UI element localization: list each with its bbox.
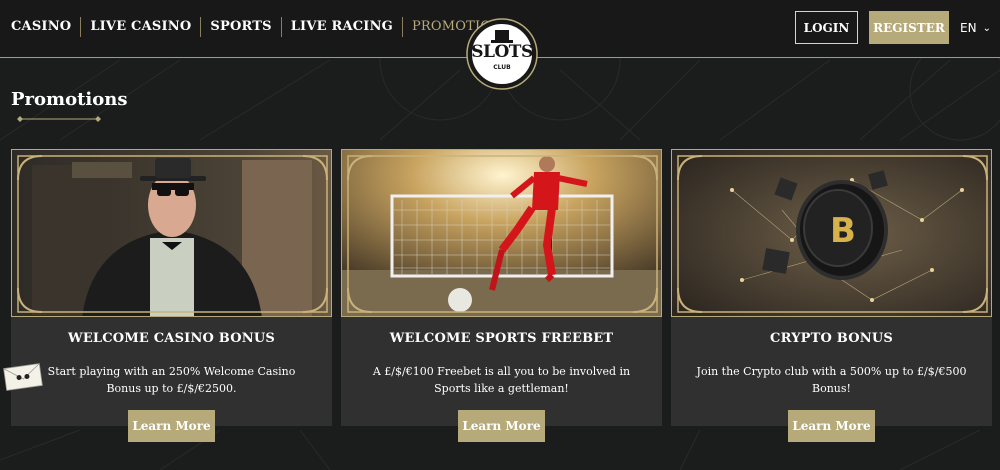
site-logo[interactable]: SLOTS CLUB [466,14,538,94]
promo-title: WELCOME CASINO BONUS [68,331,275,346]
promo-card-crypto: B CRYPTO BONUS Join the Crypto club with… [671,149,992,442]
promo-image-sports [341,149,662,317]
promo-card-casino: WELCOME CASINO BONUS Start playing with … [11,149,332,442]
main-nav: CASINO LIVE CASINO SPORTS LIVE RACING PR… [0,0,521,54]
promo-card-sports: WELCOME SPORTS FREEBET A £/$/€100 Freebe… [341,149,662,442]
title-ornament-icon [17,116,101,122]
login-button[interactable]: LOGIN [795,11,858,44]
nav-item-live-casino[interactable]: LIVE CASINO [81,17,202,37]
language-selector[interactable]: EN ⌄ [960,19,991,37]
learn-more-button[interactable]: Learn More [788,410,875,442]
learn-more-button[interactable]: Learn More [458,410,545,442]
language-label: EN [960,21,977,35]
nav-item-casino[interactable]: CASINO [0,17,82,37]
promo-description: Join the Crypto club with a 500% up to £… [696,365,967,395]
logo-wordmark: SLOTS [471,42,533,62]
chevron-down-icon: ⌄ [982,22,991,34]
promo-image-crypto: B [671,149,992,317]
promo-image-casino [11,149,332,317]
svg-text:B: B [830,211,856,251]
promo-title: CRYPTO BONUS [770,331,893,346]
nav-item-live-racing[interactable]: LIVE RACING [282,17,403,37]
nav-item-sports[interactable]: SPORTS [201,17,282,37]
page-title: Promotions [11,89,128,110]
promo-description: Start playing with an 250% Welcome Casin… [47,365,296,395]
promo-description: A £/$/€100 Freebet is all you to be invo… [372,365,631,395]
envelope-icon[interactable] [2,362,44,392]
learn-more-button[interactable]: Learn More [128,410,215,442]
promo-title: WELCOME SPORTS FREEBET [389,331,614,346]
register-button[interactable]: REGISTER [869,11,949,44]
logo-subtitle: CLUB [493,64,511,71]
